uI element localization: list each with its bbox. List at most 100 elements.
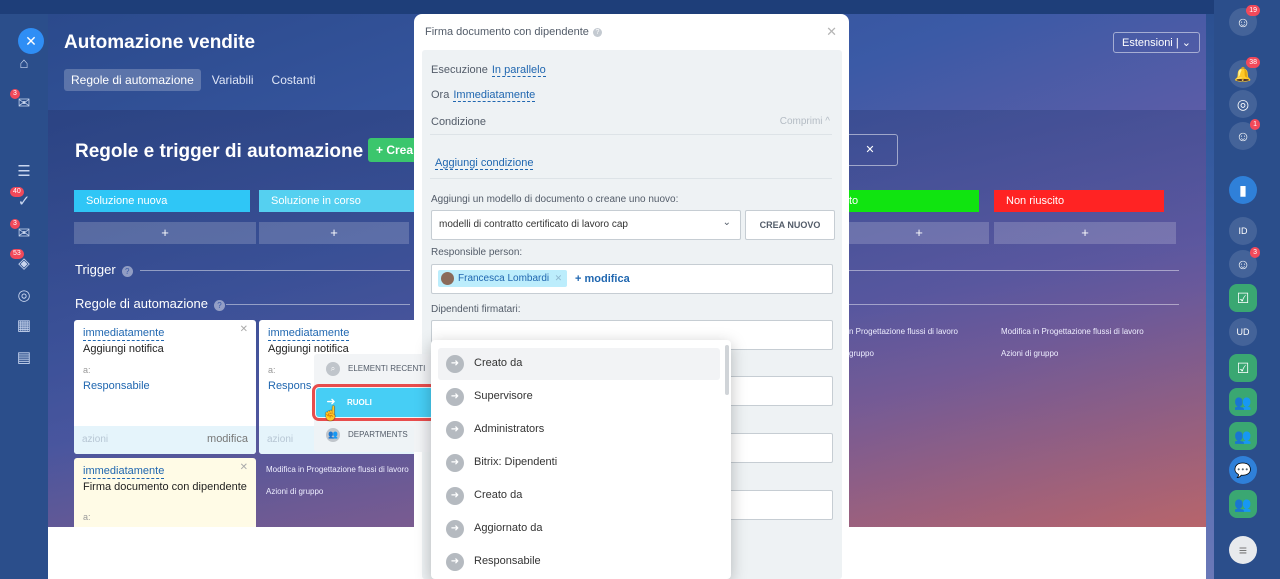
tasks-icon[interactable]: ✓ 40: [10, 187, 34, 212]
tab-rules[interactable]: Regole di automazione: [64, 69, 201, 91]
crm-icon[interactable]: ◈ 53: [10, 249, 34, 274]
actions-link[interactable]: azioni: [82, 434, 108, 445]
time-value[interactable]: Immediatamente: [453, 89, 536, 102]
menu-icon[interactable]: ≡: [1229, 536, 1257, 564]
add-rule-button[interactable]: +: [994, 222, 1176, 244]
spiral-icon[interactable]: ◎: [1229, 90, 1257, 118]
calendar-icon[interactable]: ▦: [14, 316, 34, 336]
user-avatar[interactable]: ☺ 19: [1229, 5, 1260, 36]
selector-item[interactable]: ➜ Administrators: [438, 414, 720, 446]
messages-icon[interactable]: ☺ 1: [1229, 119, 1260, 150]
contact-avatar[interactable]: UD: [1229, 318, 1257, 346]
rule-timing[interactable]: immediatamente: [83, 327, 165, 341]
arrow-right-icon: ➜: [446, 487, 464, 505]
contact-avatar[interactable]: ID: [1229, 217, 1257, 245]
bell-icon[interactable]: 🔔 38: [1229, 57, 1260, 88]
tab-recent-items[interactable]: ⌕ ELEMENTI RECENTI: [318, 354, 434, 384]
responsible-field[interactable]: Francesca Lombardi ✕ + modifica: [431, 264, 833, 294]
tab-label: RUOLI: [347, 398, 372, 407]
badge: 38: [1246, 57, 1260, 68]
selector-item[interactable]: ➜ Creato da: [438, 348, 720, 380]
arrow-right-icon: ➜: [446, 553, 464, 571]
feed-icon[interactable]: ☰: [14, 162, 34, 182]
group-icon[interactable]: 👥: [1229, 422, 1257, 450]
workflow-designer-link[interactable]: Modifica in Progettazione flussi di lavo…: [1001, 327, 1144, 336]
divider: [140, 270, 410, 271]
left-nav-rail: ⌂ ✉ 3 ☰ ✓ 40 ✉ 3 ◈ 53 ◎ ▦ ▤: [0, 14, 48, 579]
group-actions-link[interactable]: Azioni di gruppo: [266, 487, 323, 496]
rule-timing[interactable]: immediatamente: [83, 465, 165, 479]
selector-item[interactable]: ➜ Supervisore: [438, 381, 720, 413]
rule-recipient-label: a:: [83, 512, 91, 522]
divider: [226, 304, 410, 305]
rule-card[interactable]: immediatamente Aggiungi notifica a: Resp…: [74, 320, 256, 454]
extensions-button[interactable]: Estensioni | ⌄: [1113, 32, 1200, 53]
group-icon[interactable]: 👥: [1229, 388, 1257, 416]
rule-action: Aggiungi notifica: [83, 343, 164, 355]
stage-won[interactable]: to: [849, 190, 979, 212]
change-responsible-link[interactable]: + modifica: [575, 273, 630, 285]
selector-item[interactable]: ➜ Aggiornato da: [438, 513, 720, 545]
add-condition-link[interactable]: Aggiungi condizione: [435, 157, 534, 170]
rule-timing[interactable]: immediatamente: [268, 327, 350, 341]
workflow-designer-link[interactable]: Modifica in Progettazione flussi di lavo…: [266, 465, 409, 474]
stage-in-progress[interactable]: Soluzione in corso: [259, 190, 421, 212]
selector-item-label: Responsabile: [474, 555, 541, 567]
selector-item-label: Supervisore: [474, 390, 533, 402]
execution-value[interactable]: In parallelo: [491, 64, 546, 77]
home-icon[interactable]: ⌂: [14, 54, 34, 74]
create-new-button[interactable]: CREA NUOVO: [745, 210, 835, 240]
selector-item[interactable]: ➜ Bitrix: Dipendenti: [438, 447, 720, 479]
execution-row: Esecuzione In parallelo: [431, 64, 546, 77]
close-icon[interactable]: ✕: [240, 462, 248, 473]
selector-item[interactable]: ➜ Creato da: [438, 480, 720, 512]
close-icon[interactable]: ✕: [826, 24, 837, 40]
footer-area: [849, 527, 1206, 579]
dialog-title: Firma documento con dipendente?: [425, 26, 602, 38]
responsible-chip[interactable]: Francesca Lombardi ✕: [438, 270, 568, 287]
add-rule-button[interactable]: +: [849, 222, 989, 244]
tab-constants[interactable]: Costanti: [265, 69, 323, 91]
close-icon: ✕: [865, 144, 875, 156]
close-icon[interactable]: ✕: [240, 324, 248, 335]
top-bar: [0, 0, 1280, 14]
edit-link[interactable]: modifica: [207, 433, 248, 445]
help-icon[interactable]: ?: [592, 28, 602, 37]
mail-icon[interactable]: ✉ 3: [10, 219, 34, 244]
group-icon[interactable]: 👥: [1229, 490, 1257, 518]
divider: [849, 270, 1179, 271]
chat-icon[interactable]: ✉ 3: [10, 89, 34, 114]
settings-icon[interactable]: ◎: [14, 286, 34, 306]
checkbox-app-icon[interactable]: ☑: [1229, 354, 1257, 382]
stage-new[interactable]: Soluzione nuova: [74, 190, 250, 212]
tab-departments[interactable]: 👥 DEPARTMENTS: [318, 420, 434, 450]
rule-recipient-label: a:: [268, 365, 276, 375]
template-select[interactable]: modelli di contratto certificato di lavo…: [431, 210, 741, 240]
tab-variables[interactable]: Variabili: [205, 69, 261, 91]
chat-group-icon[interactable]: 💬: [1229, 456, 1257, 484]
workflow-designer-link[interactable]: n Progettazione flussi di lavoro: [849, 327, 958, 336]
contact-avatar[interactable]: ☺ 3: [1229, 247, 1260, 278]
popup-scrollbar[interactable]: [725, 345, 729, 395]
collapse-toggle[interactable]: Comprimi ^: [780, 116, 830, 127]
help-icon[interactable]: ?: [213, 300, 225, 311]
stage-failed[interactable]: Non riuscito: [994, 190, 1164, 212]
add-rule-button[interactable]: +: [74, 222, 256, 244]
filter-clear-button[interactable]: ✕: [842, 134, 898, 166]
panel-tabs: Regole di automazione Variabili Costanti: [64, 69, 323, 91]
drive-icon[interactable]: ▤: [14, 348, 34, 368]
selector-item[interactable]: ➜ Responsabile: [438, 546, 720, 578]
rule-recipient: Responsabile: [83, 380, 150, 392]
close-panel-button[interactable]: ✕: [18, 28, 44, 54]
checkbox-app-icon[interactable]: ☑: [1229, 284, 1257, 312]
close-icon[interactable]: ✕: [555, 270, 563, 287]
actions-link[interactable]: azioni: [267, 434, 293, 445]
help-icon[interactable]: ?: [121, 266, 133, 277]
badge: 3: [10, 219, 20, 229]
people-icon: 👥: [326, 428, 340, 442]
group-actions-link[interactable]: Azioni di gruppo: [1001, 349, 1058, 358]
group-actions-link[interactable]: gruppo: [849, 349, 874, 358]
selector-item-label: Creato da: [474, 489, 523, 501]
bookmark-icon[interactable]: ▮: [1229, 176, 1257, 204]
add-rule-button[interactable]: +: [259, 222, 409, 244]
